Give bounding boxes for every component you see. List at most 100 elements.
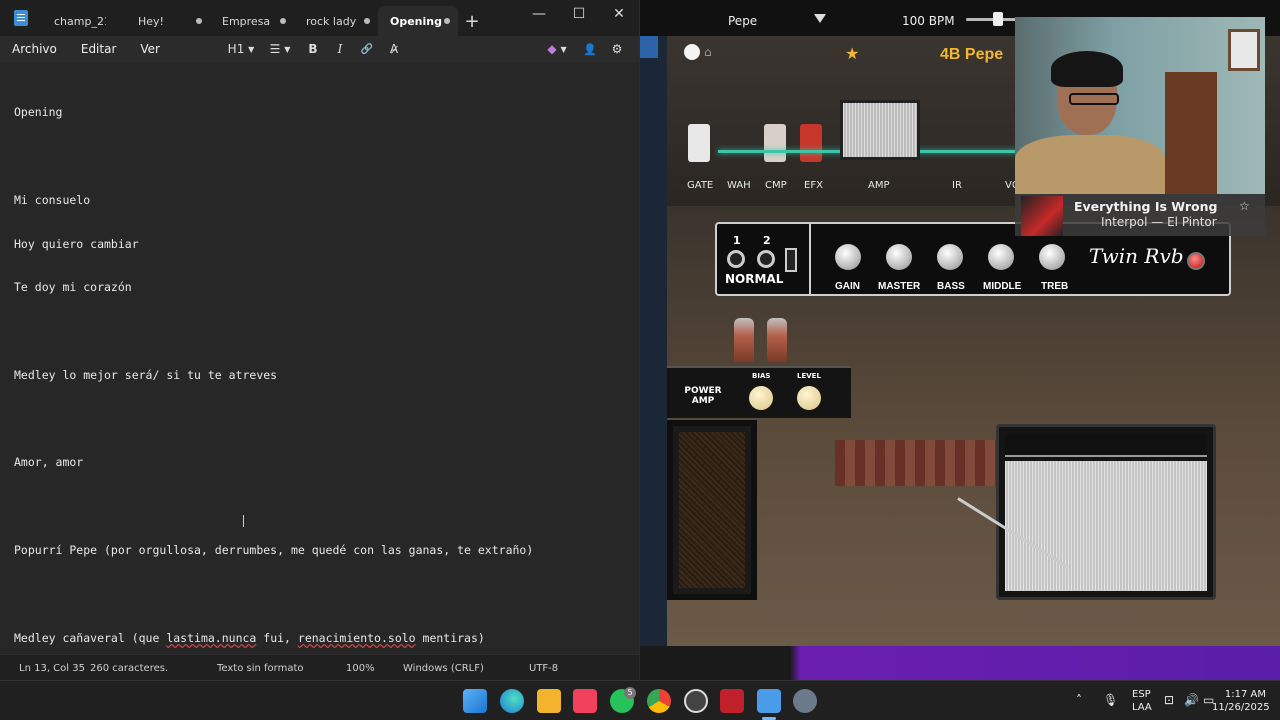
amp-combo-model: [996, 424, 1216, 600]
clock[interactable]: 1:17 AM 11/26/2025: [1212, 689, 1270, 720]
amp-thumbnail[interactable]: [840, 100, 920, 160]
amp-app-icon[interactable]: [720, 689, 744, 713]
treb-knob[interactable]: [1039, 244, 1065, 270]
start-windows-icon[interactable]: [463, 689, 487, 713]
clear-format-button[interactable]: A̷: [381, 38, 407, 60]
bpm-display: 100 BPM: [902, 14, 955, 28]
cursor-position: Ln 13, Col 35: [19, 663, 85, 674]
profile-button[interactable]: 👤: [577, 38, 603, 60]
menu-archivo[interactable]: Archivo: [0, 42, 69, 56]
tab-rock-lady[interactable]: rock lady a: [294, 6, 378, 36]
list-dropdown[interactable]: ☰ ▼: [261, 38, 299, 60]
gear-icon: ⚙: [611, 42, 623, 56]
encoding[interactable]: UTF-8: [529, 663, 558, 674]
now-playing-widget: Everything Is Wrong Interpol — El Pintor…: [1015, 194, 1265, 236]
plugin-side-rail: [640, 36, 667, 646]
bass-knob[interactable]: [937, 244, 963, 270]
chrome-icon[interactable]: [647, 689, 671, 713]
misspelled-word[interactable]: renacimiento.solo: [298, 631, 416, 645]
link-button[interactable]: 🔗: [354, 38, 380, 60]
bpm-slider[interactable]: [966, 18, 1016, 21]
favorite-star-icon[interactable]: ★: [845, 44, 859, 63]
rug-decor: [835, 440, 1015, 486]
efx-pedal[interactable]: [800, 124, 822, 162]
menu-editar[interactable]: Editar: [69, 42, 129, 56]
microphone-icon[interactable]: 🎙: [1103, 693, 1118, 720]
link-icon: 🔗: [360, 43, 374, 55]
input-jack-2[interactable]: [757, 250, 775, 268]
chain-cmp[interactable]: CMP: [765, 180, 787, 191]
bpm-slider-handle[interactable]: [993, 12, 1003, 26]
chain-ir[interactable]: IR: [952, 180, 962, 191]
preset-selector[interactable]: Pepe: [728, 14, 757, 28]
unsaved-dot-icon: [444, 18, 450, 24]
rig-title: 4B Pepe: [940, 46, 1004, 63]
text-line: Amor, amor: [14, 455, 84, 470]
unsaved-dot-icon: [364, 18, 370, 24]
chevron-down-icon: ▼: [560, 44, 567, 54]
list-icon: ☰: [269, 42, 281, 56]
input-jack-1[interactable]: [727, 250, 745, 268]
track-title: Everything Is Wrong: [1074, 199, 1218, 214]
format-mode[interactable]: Texto sin formato: [217, 663, 304, 674]
gain-knob[interactable]: [835, 244, 861, 270]
gate-pedal[interactable]: [688, 124, 710, 162]
new-tab-button[interactable]: +: [458, 7, 486, 35]
chain-amp[interactable]: AMP: [868, 180, 890, 191]
text-line: Popurrí Pepe (por orgullosa, derrumbes, …: [14, 543, 534, 557]
tab-champ-21[interactable]: champ_21: [42, 6, 126, 36]
knob-label: BASS: [937, 281, 965, 292]
heading-dropdown[interactable]: H1 ▼: [222, 38, 260, 60]
bias-knob[interactable]: [749, 386, 773, 410]
zoom-level[interactable]: 100%: [346, 663, 375, 674]
cmp-pedal[interactable]: [764, 124, 786, 162]
home-icon[interactable]: ⌂: [704, 45, 718, 59]
chevron-down-icon[interactable]: [814, 14, 826, 23]
settings-gear-icon[interactable]: [793, 689, 817, 713]
notepad-taskbar-icon[interactable]: [757, 689, 781, 713]
amp-brand-logo: Twin Rvb: [1089, 244, 1184, 268]
italic-button[interactable]: I: [327, 38, 353, 60]
channel-switch[interactable]: [785, 248, 797, 272]
minimize-button[interactable]: —: [519, 0, 559, 28]
middle-knob[interactable]: [988, 244, 1014, 270]
misspelled-word[interactable]: lastima.nunca: [166, 631, 256, 645]
line-endings[interactable]: Windows (CRLF): [403, 663, 484, 674]
profile-icon: 👤: [583, 42, 597, 56]
tab-hey[interactable]: Hey!: [126, 6, 210, 36]
edge-icon[interactable]: [500, 689, 524, 713]
copilot-button[interactable]: ◆ ▼: [538, 38, 576, 60]
user-icon[interactable]: [684, 44, 700, 60]
close-button[interactable]: ✕: [599, 0, 639, 28]
chain-wah[interactable]: WAH: [727, 180, 751, 191]
knob-label: TREB: [1041, 281, 1069, 292]
chevron-up-icon[interactable]: ˄: [1076, 693, 1082, 720]
file-explorer-icon[interactable]: [537, 689, 561, 713]
bold-button[interactable]: B: [300, 38, 326, 60]
level-knob[interactable]: [797, 386, 821, 410]
track-artist: Interpol — El Pintor: [1101, 215, 1217, 229]
menu-ver[interactable]: Ver: [128, 42, 172, 56]
obs-icon[interactable]: [684, 689, 708, 713]
master-knob[interactable]: [886, 244, 912, 270]
maximize-button[interactable]: ☐: [559, 0, 599, 28]
chain-efx[interactable]: EFX: [804, 180, 823, 191]
notepad-window: champ_21 Hey! Empresa m rock lady a Open…: [0, 0, 640, 681]
toolbar-right: ◆ ▼ 👤 ⚙: [538, 36, 631, 62]
text-line: Opening: [14, 105, 63, 120]
chain-gate[interactable]: GATE: [687, 180, 713, 191]
settings-button[interactable]: ⚙: [604, 38, 630, 60]
music-app-icon[interactable]: [573, 689, 597, 713]
taskbar: 5 ˄ 🎙 ESP LAA ⊡ 🔊 ▭ 1:17 AM 11/26/2025: [0, 680, 1280, 720]
volume-icon[interactable]: 🔊: [1184, 693, 1199, 720]
webcam-overlay: [1015, 17, 1265, 194]
language-indicator[interactable]: ESP LAA: [1132, 689, 1152, 720]
text-editor[interactable]: Opening Mi consuelo Hoy quiero cambiar T…: [0, 62, 639, 654]
tab-empresa[interactable]: Empresa m: [210, 6, 294, 36]
chevron-down-icon: ▼: [248, 44, 255, 54]
favorite-star-icon[interactable]: ☆: [1239, 199, 1250, 213]
tab-opening[interactable]: Opening: [378, 6, 458, 36]
network-icon[interactable]: ⊡: [1164, 693, 1174, 720]
desktop-wallpaper: [640, 646, 1280, 680]
desktop: champ_21 Hey! Empresa m rock lady a Open…: [0, 0, 1280, 720]
